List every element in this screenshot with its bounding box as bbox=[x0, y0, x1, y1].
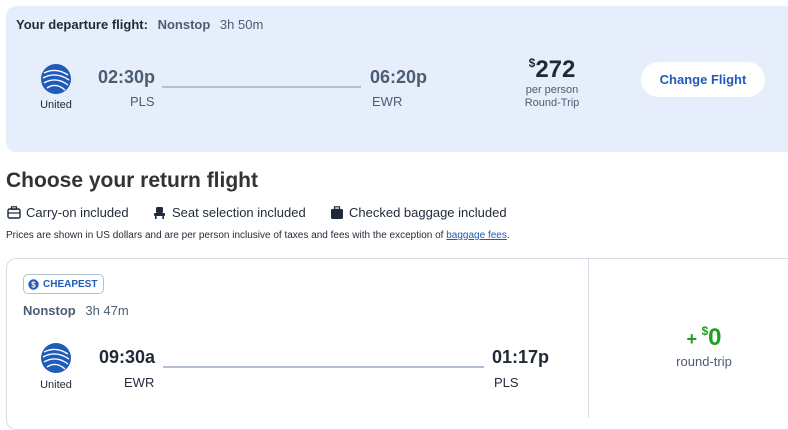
cheapest-badge: $ CHEAPEST bbox=[23, 274, 105, 294]
seat-icon bbox=[154, 207, 165, 219]
return-depart-code: EWR bbox=[124, 375, 155, 390]
briefcase-icon bbox=[7, 206, 21, 219]
change-flight-button[interactable]: Change Flight bbox=[641, 62, 765, 97]
departure-airline-name: United bbox=[40, 99, 72, 111]
price-disclaimer-text: Prices are shown in US dollars and are p… bbox=[6, 230, 444, 241]
return-card-divider bbox=[588, 258, 589, 418]
return-price-type: round-trip bbox=[676, 354, 732, 369]
departure-label: Your departure flight: bbox=[16, 17, 148, 32]
departure-price-trip-type: Round-Trip bbox=[524, 97, 580, 109]
united-logo-icon bbox=[41, 64, 71, 94]
feature-seat-selection: Seat selection included bbox=[152, 205, 306, 220]
return-route-line bbox=[163, 366, 484, 368]
return-arrive-code: PLS bbox=[494, 375, 519, 390]
return-duration: 3h 47m bbox=[85, 303, 129, 318]
departure-arrive-code: EWR bbox=[372, 94, 403, 109]
departure-price-amount: 272 bbox=[535, 56, 576, 83]
return-arrive-time: 01:17p bbox=[492, 347, 550, 367]
feature-carry-on-label: Carry-on included bbox=[26, 205, 129, 220]
baggage-fees-link[interactable]: baggage fees bbox=[446, 230, 507, 241]
departure-price: $272 per person Round-Trip bbox=[520, 56, 584, 110]
luggage-icon bbox=[331, 206, 343, 219]
feature-carry-on: Carry-on included bbox=[7, 205, 129, 220]
return-header: Nonstop 3h 47m bbox=[23, 303, 129, 318]
departure-depart-time: 02:30p bbox=[98, 67, 156, 87]
departure-duration: 3h 50m bbox=[219, 17, 264, 32]
departure-route-line bbox=[162, 86, 361, 88]
cheapest-badge-label: CHEAPEST bbox=[43, 278, 98, 290]
feature-seat-selection-label: Seat selection included bbox=[172, 205, 306, 220]
price-disclaimer-end: . bbox=[506, 230, 510, 241]
feature-checked-baggage: Checked baggage included bbox=[330, 205, 507, 220]
return-price-amount: 0 bbox=[708, 324, 722, 351]
return-depart-time: 09:30a bbox=[99, 347, 156, 367]
svg-text:$: $ bbox=[31, 280, 36, 289]
united-logo-icon bbox=[41, 343, 71, 373]
return-section-title: Choose your return flight bbox=[6, 169, 258, 192]
departure-stops: Nonstop bbox=[157, 17, 211, 32]
price-disclaimer: Prices are shown in US dollars and are p… bbox=[6, 230, 510, 241]
departure-header: Your departure flight: Nonstop 3h 50m bbox=[16, 17, 263, 32]
feature-checked-baggage-label: Checked baggage included bbox=[349, 205, 507, 220]
departure-depart-code: PLS bbox=[130, 94, 155, 109]
departure-price-per-person: per person bbox=[525, 84, 579, 96]
return-airline-name: United bbox=[40, 379, 72, 391]
return-stops: Nonstop bbox=[23, 303, 76, 318]
return-price-prefix: + bbox=[686, 329, 697, 349]
dollar-badge-icon: $ bbox=[28, 278, 39, 290]
departure-arrive-time: 06:20p bbox=[370, 67, 428, 87]
return-price: + $0 round-trip bbox=[590, 324, 788, 369]
